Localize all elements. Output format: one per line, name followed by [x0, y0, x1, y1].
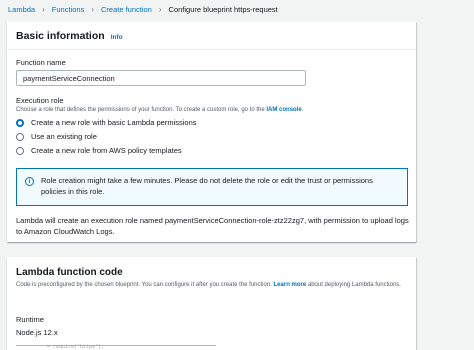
role-option-label: Create a new role with basic Lambda perm…: [31, 118, 197, 127]
role-option-label: Use an existing role: [31, 132, 97, 141]
breadcrumb-current: Configure blueprint https-request: [168, 4, 278, 14]
learn-more-link[interactable]: Learn more: [274, 282, 307, 288]
breadcrumb-lambda[interactable]: Lambda: [8, 5, 35, 14]
basic-information-header: Basic information Info: [7, 22, 416, 50]
role-creation-alert: i Role creation might take a few minutes…: [16, 168, 408, 206]
execution-role-desc-end: .: [301, 107, 304, 113]
breadcrumb: Lambda › Functions › Create function › C…: [8, 2, 278, 16]
role-option-policy-templates[interactable]: Create a new role from AWS policy templa…: [16, 146, 182, 155]
breadcrumb-separator: ›: [42, 4, 45, 14]
execution-role-label: Execution role: [16, 96, 64, 105]
code-editor[interactable]: [16, 345, 216, 350]
breadcrumb-separator: ›: [158, 4, 162, 14]
runtime-value: Node.js 12.x: [16, 328, 58, 337]
execution-role-note: Lambda will create an execution role nam…: [16, 216, 409, 236]
basic-information-title: Basic information: [16, 30, 105, 42]
breadcrumb-separator: ›: [91, 4, 94, 14]
execution-role-description: Choose a role that defines the permissio…: [16, 107, 303, 113]
iam-console-link[interactable]: IAM console: [266, 107, 301, 113]
radio-unselected-icon[interactable]: [16, 146, 24, 155]
role-option-new-basic[interactable]: Create a new role with basic Lambda perm…: [16, 118, 197, 127]
code-desc-end: about deploying Lambda functions.: [307, 282, 401, 288]
runtime-label: Runtime: [16, 315, 44, 324]
alert-text: Role creation might take a few minutes. …: [41, 176, 373, 196]
role-option-label: Create a new role from AWS policy templa…: [31, 146, 182, 155]
breadcrumb-create-function[interactable]: Create function: [101, 5, 152, 14]
info-link[interactable]: Info: [111, 34, 123, 41]
radio-selected-icon[interactable]: [16, 118, 24, 127]
info-circle-icon: i: [25, 177, 34, 186]
code-snippet: = require('https');: [47, 344, 105, 350]
basic-information-panel: Basic information Info Function name Exe…: [7, 22, 416, 242]
breadcrumb-functions[interactable]: Functions: [52, 5, 85, 14]
lambda-function-code-panel: Lambda function code Code is preconfigur…: [7, 257, 416, 350]
execution-role-desc-text: Choose a role that defines the permissio…: [16, 107, 265, 113]
lambda-function-code-description: Code is preconfigured by the chosen blue…: [16, 281, 411, 290]
role-option-existing[interactable]: Use an existing role: [16, 132, 97, 141]
code-desc-text: Code is preconfigured by the chosen blue…: [16, 282, 272, 288]
function-name-label: Function name: [16, 58, 66, 67]
radio-unselected-icon[interactable]: [16, 132, 24, 141]
lambda-function-code-title: Lambda function code: [16, 267, 123, 278]
function-name-input[interactable]: [16, 70, 306, 86]
